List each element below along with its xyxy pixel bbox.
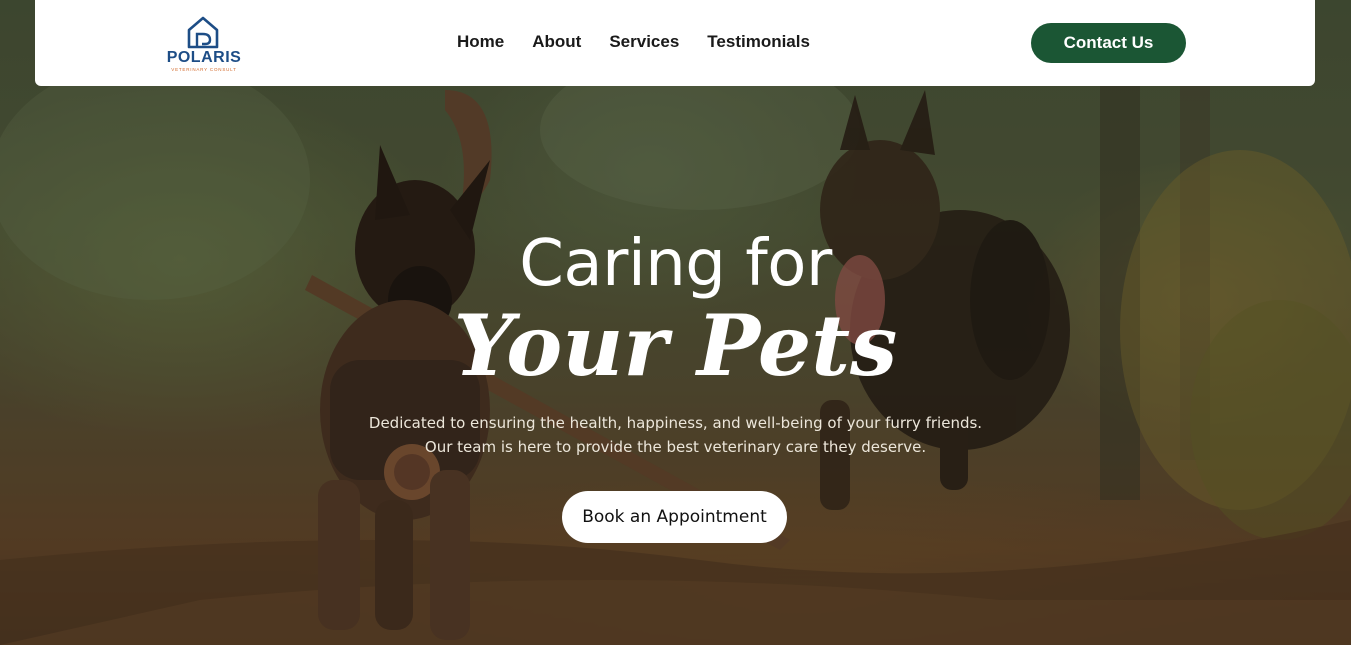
house-paw-icon <box>187 16 219 49</box>
hero-subtitle-line2: Our team is here to provide the best vet… <box>424 438 927 456</box>
nav-testimonials[interactable]: Testimonials <box>707 31 810 53</box>
brand-logo[interactable]: POLARIS VETERINARY CONSULT <box>163 12 245 74</box>
contact-us-button[interactable]: Contact Us <box>1031 23 1186 63</box>
top-navbar: POLARIS VETERINARY CONSULT Home About Se… <box>35 0 1315 86</box>
hero-subtitle-line1: Dedicated to ensuring the health, happin… <box>368 414 983 432</box>
brand-name: POLARIS <box>166 49 242 66</box>
main-nav: Home About Services Testimonials <box>457 31 838 53</box>
hero-title-line2: Your Pets <box>453 296 898 395</box>
book-appointment-button[interactable]: Book an Appointment <box>562 491 787 543</box>
nav-services[interactable]: Services <box>609 31 679 53</box>
nav-about[interactable]: About <box>532 31 581 53</box>
brand-tagline: VETERINARY CONSULT <box>171 67 237 72</box>
hero-title-line1: Caring for <box>519 227 832 301</box>
nav-home[interactable]: Home <box>457 31 504 53</box>
hero-subtitle: Dedicated to ensuring the health, happin… <box>0 411 1351 459</box>
